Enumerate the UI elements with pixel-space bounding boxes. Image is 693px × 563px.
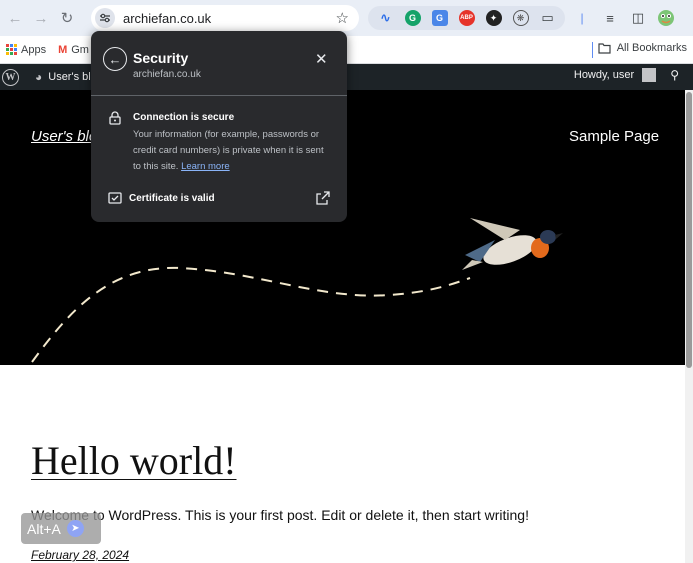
back-button[interactable]: ← [4, 7, 26, 29]
scrollbar-thumb[interactable] [686, 92, 692, 368]
bird-icon [462, 218, 563, 270]
apps-bookmark[interactable]: Apps [6, 44, 46, 56]
connection-title: Connection is secure [133, 112, 235, 123]
post-date[interactable]: February 28, 2024 [31, 548, 129, 562]
reading-list-icon[interactable]: ≡ [600, 8, 620, 28]
learn-more-link[interactable]: Learn more [181, 161, 230, 172]
popup-domain: archiefan.co.uk [133, 69, 201, 80]
user-avatar[interactable] [642, 68, 657, 82]
connection-description: Your information (for example, passwords… [133, 127, 333, 175]
menu-icon[interactable]: ⋮ [684, 8, 693, 28]
profile-avatar-icon[interactable] [656, 8, 676, 28]
openai-extension-icon[interactable]: ❋ [512, 10, 529, 26]
grammarly-extension-icon[interactable]: G [404, 10, 421, 26]
back-arrow-icon[interactable]: ← [103, 47, 127, 71]
external-link-icon[interactable] [316, 191, 330, 205]
admin-site-link[interactable]: ◕ User's blo [35, 70, 97, 84]
extensions-group: ∿ G G ABP ✦ ❋ ▭ [368, 6, 565, 30]
security-popup: ← Security archiefan.co.uk ✕ Connection … [91, 31, 347, 222]
certificate-label[interactable]: Certificate is valid [129, 193, 215, 204]
wave-extension-icon[interactable]: ∿ [378, 10, 394, 26]
bookmarks-divider [592, 42, 593, 58]
side-panel-icon[interactable]: ◫ [628, 8, 648, 28]
puzzle-extension-icon[interactable]: ▭ [540, 10, 556, 26]
separator-icon: | [580, 11, 584, 25]
apps-grid-icon [6, 44, 17, 55]
toolbar-right: | ≡ ◫ ⋮ [572, 6, 693, 30]
lock-icon [109, 111, 121, 125]
main-content: Hello world! Welcome to WordPress. This … [0, 365, 693, 563]
all-bookmarks-label: All Bookmarks [616, 42, 687, 54]
translate-extension-icon[interactable]: G [431, 10, 448, 26]
reload-button[interactable]: ↻ [56, 7, 78, 29]
all-bookmarks-button[interactable]: All Bookmarks [598, 42, 687, 54]
wordpress-logo-icon[interactable]: W [2, 68, 19, 86]
page-scrollbar[interactable] [685, 90, 693, 563]
site-info-icon[interactable] [95, 8, 115, 28]
howdy-label[interactable]: Howdy, user [574, 69, 634, 81]
apps-label: Apps [21, 43, 47, 56]
admin-search-icon[interactable]: ⚲ [670, 68, 679, 82]
close-icon[interactable]: ✕ [315, 50, 328, 68]
gmail-icon: M [58, 43, 68, 56]
popup-title: Security [133, 50, 189, 66]
bird-extension-icon[interactable]: ✦ [485, 10, 502, 26]
shortcut-overlay[interactable]: Alt+A ➤ [21, 513, 101, 544]
certificate-icon [108, 192, 122, 204]
gmail-bookmark[interactable]: M Gm [58, 44, 89, 56]
folder-icon [598, 42, 611, 54]
adblock-extension-icon[interactable]: ABP [458, 10, 475, 26]
shortcut-label: Alt+A [27, 520, 61, 537]
popup-divider [91, 95, 347, 96]
post-body: Welcome to WordPress. This is your first… [31, 507, 529, 523]
bookmark-star-icon[interactable]: ☆ [336, 9, 349, 27]
browser-window: ← → ↻ archiefan.co.uk ☆ ∿ G G ABP ✦ ❋ ▭ … [0, 0, 693, 563]
admin-site-name: User's blo [48, 71, 97, 83]
assistant-icon: ➤ [66, 520, 84, 537]
forward-button[interactable]: → [30, 7, 52, 29]
gmail-label: Gm [71, 43, 89, 56]
dashboard-icon: ◕ [35, 70, 43, 84]
url-text: archiefan.co.uk [123, 10, 212, 26]
admin-bar-left: W ◕ User's blo [2, 68, 97, 86]
post-title[interactable]: Hello world! [31, 437, 237, 484]
admin-bar-right: Howdy, user ⚲ [574, 68, 679, 82]
address-bar[interactable]: archiefan.co.uk ☆ [91, 5, 359, 31]
